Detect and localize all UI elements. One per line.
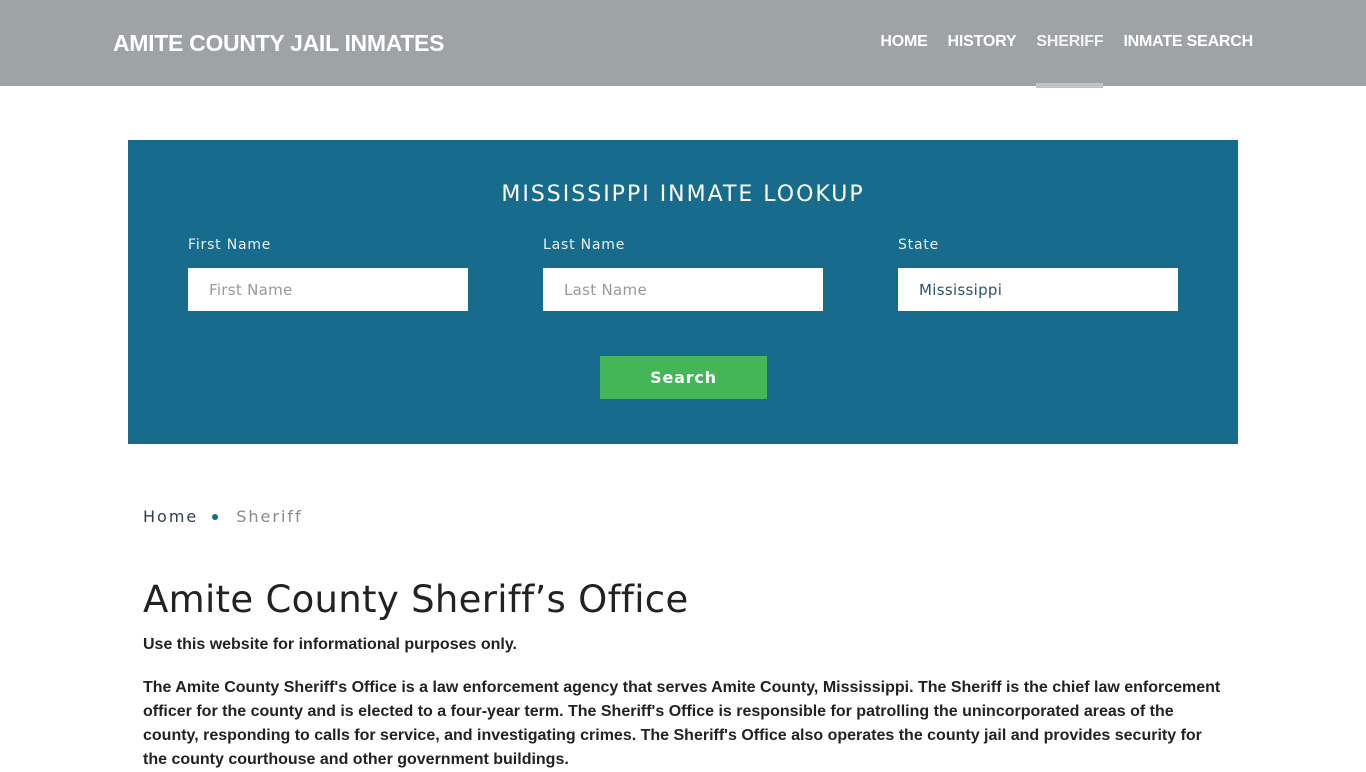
site-header: AMITE COUNTY JAIL INMATES HOME HISTORY S… [0, 0, 1366, 88]
breadcrumb-home[interactable]: Home [143, 507, 198, 526]
first-name-group: First Name [188, 237, 468, 311]
site-logo-link[interactable]: AMITE COUNTY JAIL INMATES [113, 30, 444, 57]
last-name-label: Last Name [543, 237, 626, 253]
state-input[interactable] [898, 268, 1178, 311]
breadcrumb-current: Sheriff [236, 507, 303, 526]
state-label: State [898, 237, 940, 253]
lookup-title: MISSISSIPPI INMATE LOOKUP [501, 182, 865, 207]
breadcrumb-separator-icon [212, 513, 219, 520]
nav-sheriff[interactable]: SHERIFF [1036, 33, 1104, 88]
page-title: Amite County Sheriff’s Office [143, 578, 689, 621]
first-name-input[interactable] [188, 268, 468, 311]
search-button[interactable]: Search [600, 356, 767, 399]
nav-home[interactable]: HOME [880, 33, 927, 51]
breadcrumb: Home Sheriff [143, 507, 303, 526]
main-nav: HOME HISTORY SHERIFF INMATE SEARCH [860, 33, 1253, 88]
intro-paragraph: The Amite County Sheriff's Office is a l… [143, 679, 1221, 768]
nav-history[interactable]: HISTORY [948, 33, 1017, 51]
inmate-lookup-panel: MISSISSIPPI INMATE LOOKUP First Name Las… [128, 140, 1238, 444]
last-name-input[interactable] [543, 268, 823, 311]
disclaimer-text: Use this website for informational purpo… [143, 636, 517, 653]
nav-inmate-search[interactable]: INMATE SEARCH [1123, 33, 1253, 51]
state-group: State [898, 237, 1178, 311]
last-name-group: Last Name [543, 237, 823, 311]
first-name-label: First Name [188, 237, 272, 253]
